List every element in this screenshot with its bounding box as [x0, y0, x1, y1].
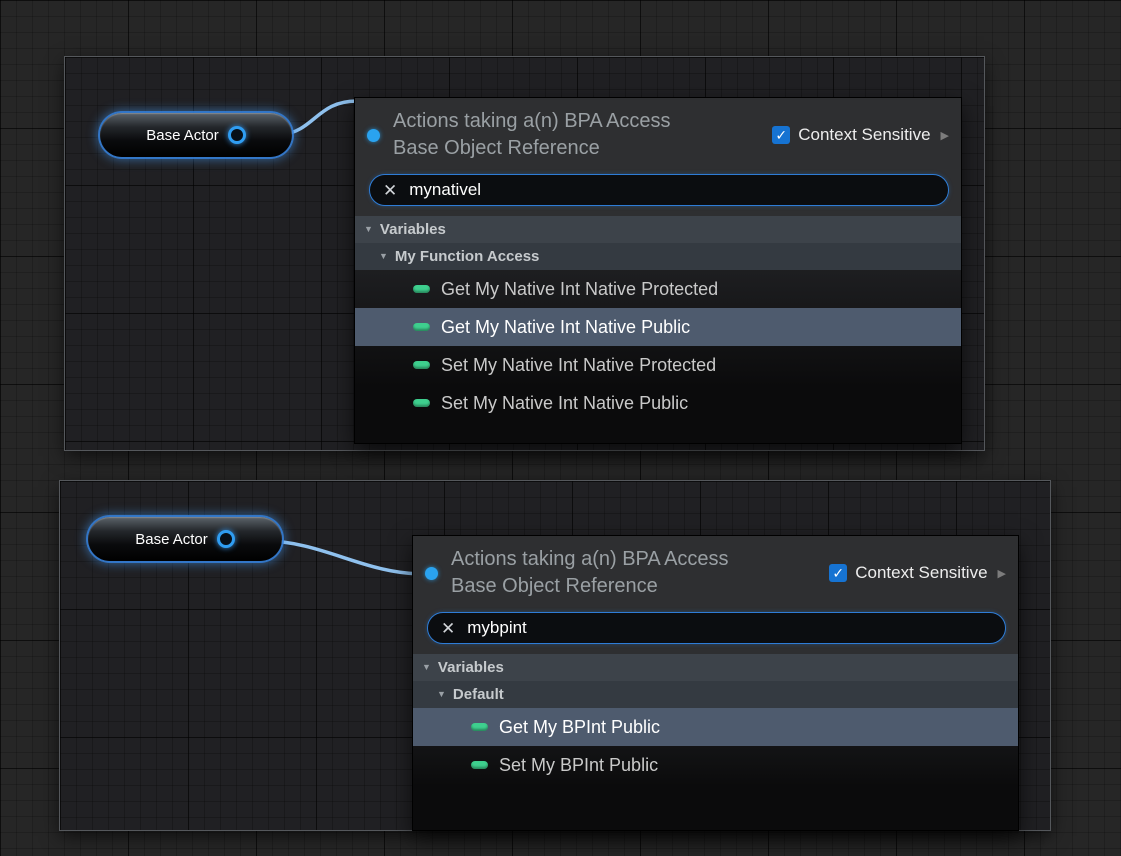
- action-item-label: Get My BPInt Public: [499, 717, 660, 738]
- context-sensitive-checkbox[interactable]: ✓: [772, 126, 790, 144]
- category-row-default[interactable]: ▼ Default: [413, 681, 1018, 708]
- node-label: Base Actor: [135, 531, 208, 548]
- blueprint-editor: Base Actor Actions taking a(n) BPA Acces…: [0, 0, 1121, 856]
- object-pin-icon[interactable]: [228, 126, 246, 144]
- menu-title: Actions taking a(n) BPA Access Base Obje…: [451, 546, 729, 600]
- variable-pill-icon: [471, 723, 488, 731]
- context-sensitive-label[interactable]: Context Sensitive: [798, 125, 930, 145]
- action-list-item-selected[interactable]: Get My BPInt Public: [413, 708, 1018, 746]
- variable-pill-icon: [413, 285, 430, 293]
- graph-panel-top: Base Actor Actions taking a(n) BPA Acces…: [65, 57, 984, 450]
- menu-header: Actions taking a(n) BPA Access Base Obje…: [355, 98, 961, 216]
- base-actor-node[interactable]: Base Actor: [100, 113, 292, 157]
- search-box[interactable]: ✕: [427, 612, 1006, 644]
- action-list-item[interactable]: Get My Native Int Native Protected: [355, 270, 961, 308]
- base-actor-node[interactable]: Base Actor: [88, 517, 282, 561]
- node-label: Base Actor: [146, 127, 219, 144]
- category-label: Variables: [438, 659, 504, 676]
- action-list-item[interactable]: Set My Native Int Native Public: [355, 384, 961, 422]
- collapse-triangle-icon: ▼: [364, 225, 373, 234]
- variable-pill-icon: [471, 761, 488, 769]
- variable-pill-icon: [413, 361, 430, 369]
- menu-header: Actions taking a(n) BPA Access Base Obje…: [413, 536, 1018, 654]
- action-list: ▼ Variables ▼ Default Get My BPInt Publi…: [413, 654, 1018, 830]
- object-pin-icon[interactable]: [217, 530, 235, 548]
- variable-pill-icon: [413, 399, 430, 407]
- action-item-label: Set My Native Int Native Public: [441, 393, 688, 414]
- collapse-triangle-icon: ▼: [379, 252, 388, 261]
- menu-title-line2: Base Object Reference: [393, 135, 671, 162]
- clear-search-icon[interactable]: ✕: [441, 620, 455, 637]
- menu-title-line1: Actions taking a(n) BPA Access: [393, 108, 671, 135]
- collapse-triangle-icon: ▼: [422, 663, 431, 672]
- context-action-menu: Actions taking a(n) BPA Access Base Obje…: [355, 98, 961, 443]
- clear-search-icon[interactable]: ✕: [383, 182, 397, 199]
- action-list-item[interactable]: Set My BPInt Public: [413, 746, 1018, 784]
- menu-title-line1: Actions taking a(n) BPA Access: [451, 546, 729, 573]
- menu-title-line2: Base Object Reference: [451, 573, 729, 600]
- expander-arrow-icon[interactable]: ▶: [941, 129, 949, 142]
- search-input[interactable]: [409, 180, 935, 200]
- category-label: Variables: [380, 221, 446, 238]
- context-sensitive-label[interactable]: Context Sensitive: [855, 563, 987, 583]
- search-box[interactable]: ✕: [369, 174, 949, 206]
- expander-arrow-icon[interactable]: ▶: [998, 567, 1006, 580]
- menu-title: Actions taking a(n) BPA Access Base Obje…: [393, 108, 671, 162]
- action-item-label: Get My Native Int Native Public: [441, 317, 690, 338]
- action-list: ▼ Variables ▼ My Function Access Get My …: [355, 216, 961, 443]
- action-item-label: Set My BPInt Public: [499, 755, 658, 776]
- search-input[interactable]: [467, 618, 992, 638]
- action-list-item[interactable]: Set My Native Int Native Protected: [355, 346, 961, 384]
- graph-panel-bottom: Base Actor Actions taking a(n) BPA Acces…: [60, 481, 1050, 830]
- context-action-menu: Actions taking a(n) BPA Access Base Obje…: [413, 536, 1018, 830]
- category-row-my-function-access[interactable]: ▼ My Function Access: [355, 243, 961, 270]
- collapse-triangle-icon: ▼: [437, 690, 446, 699]
- context-sensitive-checkbox[interactable]: ✓: [829, 564, 847, 582]
- pin-bullet-icon: [425, 567, 438, 580]
- variable-pill-icon: [413, 323, 430, 331]
- action-item-label: Get My Native Int Native Protected: [441, 279, 718, 300]
- category-row-variables[interactable]: ▼ Variables: [413, 654, 1018, 681]
- action-item-label: Set My Native Int Native Protected: [441, 355, 716, 376]
- action-list-item-selected[interactable]: Get My Native Int Native Public: [355, 308, 961, 346]
- category-row-variables[interactable]: ▼ Variables: [355, 216, 961, 243]
- pin-bullet-icon: [367, 129, 380, 142]
- category-label: My Function Access: [395, 248, 539, 265]
- category-label: Default: [453, 686, 504, 703]
